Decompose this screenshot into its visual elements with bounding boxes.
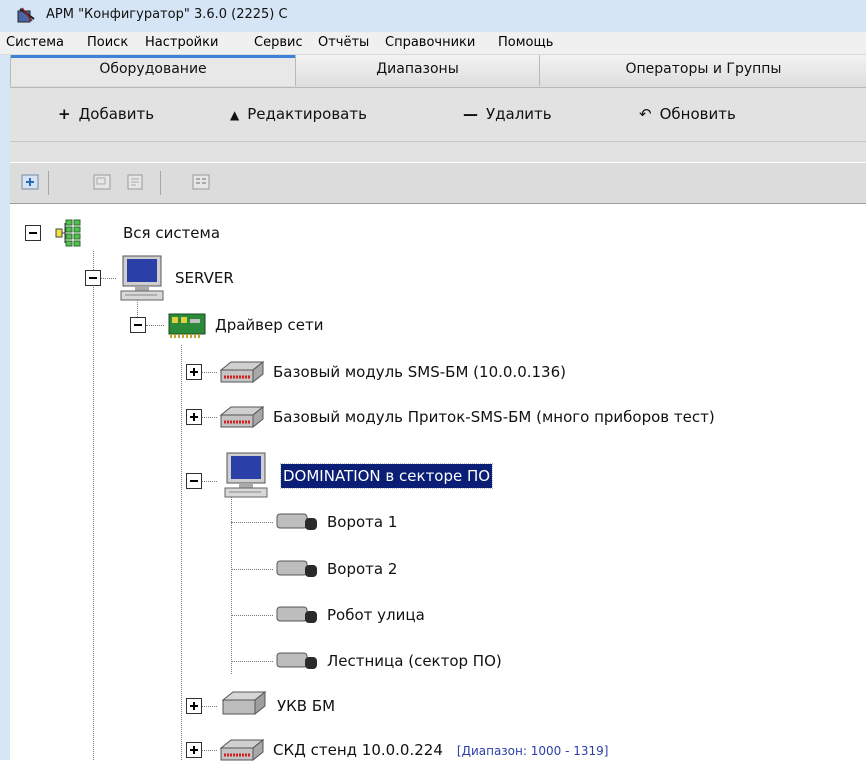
icon-toolbar — [10, 163, 866, 204]
collapse-toggle[interactable] — [25, 225, 41, 241]
tree-node-driver[interactable]: Драйвер сети — [213, 313, 326, 337]
expand-toggle[interactable] — [186, 364, 202, 380]
tab-operators-groups[interactable]: Операторы и Группы — [539, 55, 866, 86]
left-frame — [0, 55, 10, 760]
camera-icon — [276, 513, 317, 530]
camera-icon — [276, 560, 317, 577]
triangle-up-icon: ▲ — [230, 108, 240, 122]
toolbar-separator — [48, 171, 49, 195]
device-tree: Вся система SERVER Драйвер сети Базовый … — [10, 204, 866, 762]
menu-reports[interactable]: Отчёты — [318, 35, 369, 50]
tree-line — [231, 661, 273, 662]
ukv-module-icon — [221, 690, 267, 716]
expand-toggle[interactable] — [186, 742, 202, 758]
refresh-button[interactable]: ↶ Обновить — [639, 100, 736, 128]
tree-node-server[interactable]: SERVER — [173, 266, 236, 290]
menu-search[interactable]: Поиск — [87, 35, 128, 50]
plus-icon: + — [58, 105, 71, 123]
expand-toggle[interactable] — [186, 409, 202, 425]
expand-tree-icon[interactable] — [21, 174, 39, 190]
range-label: [Диапазон: 1000 - 1319] — [456, 744, 609, 758]
app-icon — [17, 7, 35, 23]
tree-line — [231, 615, 273, 616]
title-bar: АРМ "Конфигуратор" 3.6.0 (2225) С — [0, 0, 866, 32]
tab-bar: Оборудование Диапазоны Операторы и Групп… — [10, 55, 866, 88]
grid-icon[interactable] — [192, 174, 210, 190]
tab-equipment[interactable]: Оборудование — [10, 55, 296, 86]
collapse-toggle[interactable] — [186, 473, 202, 489]
tree-line — [181, 345, 182, 760]
tree-line — [93, 251, 94, 760]
tree-node-ukv[interactable]: УКВ БМ — [275, 694, 337, 718]
network-tree-icon — [55, 219, 81, 247]
menu-settings[interactable]: Настройки — [145, 35, 218, 50]
menu-help[interactable]: Помощь — [498, 35, 553, 50]
tree-node-camera[interactable]: Лестница (сектор ПО) — [325, 649, 504, 673]
tree-node-camera[interactable]: Робот улица — [325, 603, 427, 627]
document-icon[interactable] — [126, 174, 144, 190]
properties-icon[interactable] — [93, 174, 111, 190]
menu-bar: Система Поиск Настройки Сервис Отчёты Сп… — [0, 32, 866, 55]
camera-icon — [276, 606, 317, 623]
toolbar-separator — [160, 171, 161, 195]
base-module-icon — [219, 360, 265, 384]
undo-icon: ↶ — [639, 105, 652, 123]
tree-line — [231, 569, 273, 570]
toolbar-divider — [10, 141, 866, 142]
tree-node-domination[interactable]: DOMINATION в секторе ПО — [279, 463, 494, 489]
minus-icon: — — [463, 105, 478, 123]
base-module-icon — [219, 738, 265, 762]
tab-ranges[interactable]: Диапазоны — [295, 55, 540, 86]
tree-line — [231, 489, 232, 674]
window-title: АРМ "Конфигуратор" 3.6.0 (2225) С — [46, 7, 288, 22]
tree-node-root[interactable]: Вся система — [121, 221, 222, 245]
delete-button[interactable]: — Удалить — [463, 100, 552, 128]
menu-references[interactable]: Справочники — [385, 35, 475, 50]
collapse-toggle[interactable] — [130, 317, 146, 333]
tree-node-camera[interactable]: Ворота 1 — [325, 510, 399, 534]
tree-node-skd[interactable]: СКД стенд 10.0.0.224 [Диапазон: 1000 - 13… — [271, 738, 610, 762]
expand-toggle[interactable] — [186, 698, 202, 714]
camera-icon — [276, 652, 317, 669]
tree-line — [231, 522, 273, 523]
collapse-toggle[interactable] — [85, 270, 101, 286]
network-board-icon — [168, 313, 206, 338]
tree-node-module-pritok[interactable]: Базовый модуль Приток-SMS-БМ (много приб… — [271, 405, 717, 429]
edit-button[interactable]: ▲ Редактировать — [230, 100, 367, 128]
add-button[interactable]: + Добавить — [58, 100, 154, 128]
tree-node-module-sms[interactable]: Базовый модуль SMS-БМ (10.0.0.136) — [271, 360, 568, 384]
menu-service[interactable]: Сервис — [254, 35, 303, 50]
tree-node-camera[interactable]: Ворота 2 — [325, 557, 399, 581]
menu-system[interactable]: Система — [6, 35, 64, 50]
computer-icon — [224, 452, 268, 498]
action-toolbar: + Добавить ▲ Редактировать — Удалить ↶ Обнов… — [10, 88, 866, 162]
tree-line — [146, 325, 164, 326]
server-computer-icon — [120, 255, 164, 301]
base-module-icon — [219, 405, 265, 429]
